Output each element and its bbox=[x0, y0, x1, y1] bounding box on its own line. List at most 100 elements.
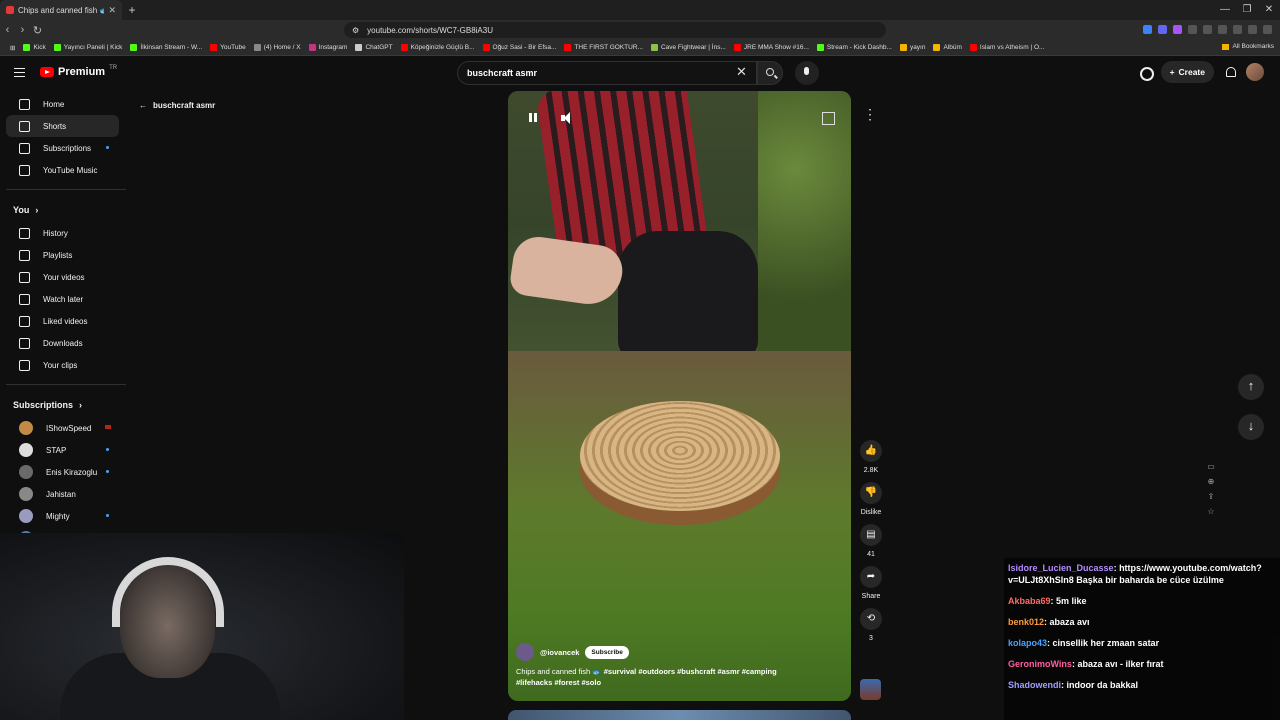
comment-icon: ▤ bbox=[860, 524, 882, 546]
search-input[interactable]: buschcraft asmr bbox=[457, 61, 757, 85]
channel-label: Mighty bbox=[46, 511, 70, 521]
bookmark-item[interactable]: YouTube bbox=[206, 44, 250, 51]
channel-avatar[interactable] bbox=[516, 643, 534, 661]
pause-icon[interactable] bbox=[524, 109, 542, 127]
bookmark-item[interactable]: THE FIRST GOKTUR... bbox=[560, 44, 647, 51]
bookmark-item[interactable]: Köpeğinizle Güçlü B... bbox=[397, 44, 479, 51]
bookmark-label: JRE MMA Show #16... bbox=[743, 44, 809, 51]
extension-icon[interactable] bbox=[1188, 25, 1197, 34]
bookmark-item[interactable]: Kick bbox=[19, 44, 49, 51]
extension-icon[interactable] bbox=[1203, 25, 1212, 34]
apps-icon[interactable]: ⊞ bbox=[6, 44, 19, 52]
bookmark-label: yayın bbox=[909, 44, 926, 51]
bookmark-item[interactable]: Yayıncı Paneli | Kick bbox=[50, 44, 127, 51]
new-content-dot bbox=[106, 448, 109, 451]
sidebar-item-youtube-music[interactable]: YouTube Music bbox=[6, 159, 119, 181]
sidebar-item-shorts[interactable]: Shorts bbox=[6, 115, 119, 137]
subscription-channel[interactable]: STAP bbox=[6, 439, 119, 461]
share-page-icon[interactable]: ⇪ bbox=[1208, 492, 1215, 501]
site-info-icon[interactable]: ⚙ bbox=[352, 26, 359, 35]
new-tab-icon[interactable]: + bbox=[122, 3, 142, 17]
next-short-preview[interactable] bbox=[508, 710, 851, 720]
bookmark-item[interactable]: İlkinsan Stream - W... bbox=[126, 44, 206, 51]
studio-icon[interactable] bbox=[1139, 66, 1154, 81]
subscription-channel[interactable]: IShowSpeed bbox=[6, 417, 119, 439]
sidebar-item-history[interactable]: History bbox=[6, 222, 119, 244]
subscription-channel[interactable]: Mighty bbox=[6, 505, 119, 527]
all-bookmarks[interactable]: All Bookmarks bbox=[1222, 43, 1274, 50]
bookmark-star-icon[interactable]: ☆ bbox=[1207, 507, 1214, 516]
sidebar-item-home[interactable]: Home bbox=[6, 93, 119, 115]
create-button[interactable]: + Create bbox=[1160, 61, 1214, 83]
youtube-logo[interactable]: Premium TR bbox=[40, 65, 117, 78]
sidebar-item-your-videos[interactable]: Your videos bbox=[6, 266, 119, 288]
sidebar-item-playlists[interactable]: Playlists bbox=[6, 244, 119, 266]
url-bar[interactable]: ⚙ youtube.com/shorts/WC7-GB8iA3U ▭ ⊕ ⇪ ☆ bbox=[344, 22, 1215, 516]
search-button[interactable] bbox=[757, 61, 783, 85]
sidebar-item-subscriptions[interactable]: Subscriptions bbox=[6, 137, 119, 159]
sidebar-item-your-clips[interactable]: Your clips bbox=[6, 354, 119, 376]
bookmark-item[interactable]: Islam vs Atheism | O... bbox=[966, 44, 1049, 51]
bookmark-item[interactable]: JRE MMA Show #16... bbox=[730, 44, 813, 51]
bookmark-item[interactable]: ChatGPT bbox=[351, 44, 396, 51]
menu-dots-icon[interactable] bbox=[1263, 25, 1272, 34]
bookmark-item[interactable]: Oğuz Sasi - Bir Efsa... bbox=[479, 44, 561, 51]
back-to-search[interactable]: ← buschcraft asmr bbox=[139, 101, 215, 110]
minimize-icon[interactable]: — bbox=[1214, 0, 1236, 20]
sidebar-item-downloads[interactable]: Downloads bbox=[6, 332, 119, 354]
shorts-video-player[interactable]: @iovancek Subscribe Chips and canned fis… bbox=[508, 91, 851, 701]
hashtags[interactable]: #lifehacks #forest #solo bbox=[516, 678, 601, 687]
cast-icon[interactable]: ▭ bbox=[1207, 462, 1215, 471]
bookmark-label: (4) Home / X bbox=[263, 44, 301, 51]
dislike-button[interactable]: 👎 Dislike bbox=[856, 482, 886, 516]
forward-icon[interactable]: › bbox=[15, 24, 30, 36]
you-heading[interactable]: You › bbox=[0, 198, 128, 222]
sidebar-item-watch-later[interactable]: Watch later bbox=[6, 288, 119, 310]
zoom-icon[interactable]: ⊕ bbox=[1208, 477, 1215, 486]
channel-name[interactable]: @iovancek bbox=[540, 648, 579, 657]
reload-icon[interactable]: ↻ bbox=[30, 24, 45, 37]
bookmark-item[interactable]: Albüm bbox=[929, 44, 965, 51]
voice-search-button[interactable] bbox=[795, 61, 819, 85]
menu-icon[interactable] bbox=[14, 68, 25, 77]
more-options-icon[interactable]: ⋮ bbox=[858, 103, 882, 127]
next-short-button[interactable]: ↓ bbox=[1238, 414, 1264, 440]
sidebar-item-liked-videos[interactable]: Liked videos bbox=[6, 310, 119, 332]
download-icon bbox=[19, 337, 30, 349]
headphones-icon bbox=[112, 557, 224, 627]
avatar[interactable] bbox=[1246, 63, 1264, 81]
previous-short-button[interactable]: ↑ bbox=[1238, 374, 1264, 400]
back-icon[interactable]: ‹ bbox=[0, 24, 15, 36]
sound-thumbnail[interactable] bbox=[860, 679, 881, 700]
extension-icon[interactable] bbox=[1233, 25, 1242, 34]
bookmark-item[interactable]: Stream - Kick Dashb... bbox=[813, 44, 896, 51]
bookmark-item[interactable]: Instagram bbox=[305, 44, 352, 51]
browser-tab[interactable]: Chips and canned fish 🐟 #s ✕ bbox=[0, 0, 122, 20]
fullscreen-icon[interactable] bbox=[819, 109, 837, 127]
clear-search-icon[interactable]: ✕ bbox=[736, 65, 747, 79]
subscriptions-heading[interactable]: Subscriptions › bbox=[0, 393, 128, 417]
notifications-icon[interactable] bbox=[1224, 66, 1236, 78]
comments-button[interactable]: ▤ 41 bbox=[856, 524, 886, 558]
hashtags[interactable]: #survival #outdoors #bushcraft #asmr #ca… bbox=[604, 667, 777, 676]
share-button[interactable]: ➦ Share bbox=[856, 566, 886, 600]
maximize-icon[interactable]: ❐ bbox=[1236, 0, 1258, 20]
extension-icon[interactable] bbox=[1158, 25, 1167, 34]
extension-icon[interactable] bbox=[1173, 25, 1182, 34]
subscribe-button[interactable]: Subscribe bbox=[585, 645, 629, 659]
bookmark-item[interactable]: Cave Fightwear | İns... bbox=[647, 44, 730, 51]
extension-icon[interactable] bbox=[1248, 25, 1257, 34]
subscription-channel[interactable]: Jahistan bbox=[6, 483, 119, 505]
video-title[interactable]: Chips and canned fish 🐟 #survival #outdo… bbox=[516, 666, 816, 688]
bookmark-item[interactable]: yayın bbox=[896, 44, 930, 51]
bookmark-item[interactable]: (4) Home / X bbox=[250, 44, 305, 51]
extension-icon[interactable] bbox=[1218, 25, 1227, 34]
remix-button[interactable]: ⟲ 3 bbox=[856, 608, 886, 642]
close-window-icon[interactable]: ✕ bbox=[1258, 0, 1280, 20]
volume-icon[interactable] bbox=[558, 109, 576, 127]
subscription-channel[interactable]: Enis Kirazoglu bbox=[6, 461, 119, 483]
channel-avatar bbox=[19, 465, 33, 479]
like-button[interactable]: 👍 2.8K bbox=[856, 440, 886, 474]
close-tab-icon[interactable]: ✕ bbox=[108, 5, 116, 16]
extension-icon[interactable] bbox=[1143, 25, 1152, 34]
